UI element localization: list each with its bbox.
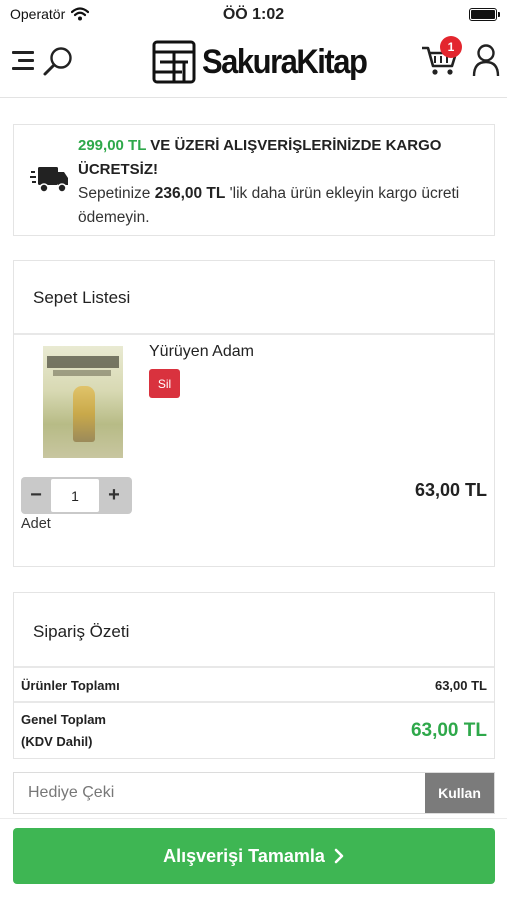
complete-purchase-label: Alışverişi Tamamla	[163, 845, 325, 866]
complete-purchase-button[interactable]: Alışverişi Tamamla	[13, 828, 495, 884]
app-header: SakuraKitap 1	[0, 28, 507, 98]
grand-total-label-line1: Genel Toplam	[21, 712, 106, 727]
status-bar-left: Operatör	[10, 6, 90, 22]
logo-mark-icon	[152, 40, 196, 84]
quantity-label: Adet	[21, 516, 51, 532]
menu-icon[interactable]	[12, 51, 36, 73]
grand-total-label-line2: (KDV Dahil)	[21, 734, 93, 749]
shipping-remaining-text: Sepetinize 236,00 TL 'lik daha ürün ekle…	[78, 182, 488, 230]
grand-total-row: Genel Toplam (KDV Dahil) 63,00 TL	[14, 703, 494, 759]
shipping-headline: 299,00 TL VE ÜZERİ ALIŞVERİŞLERİNİZDE KA…	[78, 134, 488, 182]
order-summary-card: Sipariş Özeti Ürünler Toplamı 63,00 TL G…	[13, 592, 495, 759]
logo-text: SakuraKitap	[202, 41, 368, 82]
shipping-remaining-amount: 236,00 TL	[154, 185, 226, 202]
products-total-row: Ürünler Toplamı 63,00 TL	[14, 669, 494, 703]
divider	[0, 818, 507, 819]
chevron-right-icon	[334, 848, 344, 864]
status-bar: Operatör	[0, 0, 507, 28]
item-price: 63,00 TL	[414, 480, 487, 500]
increase-quantity-button[interactable]: +	[99, 477, 129, 514]
products-total-label: Ürünler Toplamı	[21, 677, 120, 693]
products-total-value: 63,00 TL	[434, 677, 487, 693]
cart-list-title: Sepet Listesi	[14, 261, 494, 335]
shipping-remaining-prefix: Sepetinize	[78, 185, 155, 202]
order-summary-title: Sipariş Özeti	[14, 593, 494, 668]
grand-total-value: 63,00 TL	[410, 720, 487, 741]
apply-voucher-button[interactable]: Kullan	[425, 773, 494, 813]
carrier-label: Operatör	[10, 6, 66, 22]
shipping-message: 299,00 TL VE ÜZERİ ALIŞVERİŞLERİNİZDE KA…	[78, 134, 488, 230]
quantity-stepper: − 1 +	[21, 477, 132, 514]
product-name[interactable]: Yürüyen Adam	[149, 343, 254, 361]
grand-total-label: Genel Toplam (KDV Dahil)	[21, 709, 106, 753]
delete-item-button[interactable]: Sil	[149, 369, 180, 398]
wifi-icon	[71, 7, 90, 21]
search-icon[interactable]	[42, 45, 74, 77]
decrease-quantity-button[interactable]: −	[21, 477, 51, 514]
quantity-value[interactable]: 1	[51, 479, 99, 512]
battery-icon	[469, 7, 500, 21]
logo[interactable]: SakuraKitap	[152, 40, 368, 84]
gift-voucher-input[interactable]	[14, 773, 425, 813]
product-image[interactable]	[43, 346, 123, 458]
cart-list-card: Sepet Listesi Yürüyen Adam Sil − 1 + Ade…	[13, 260, 495, 567]
gift-voucher-form: Kullan	[13, 772, 495, 814]
free-shipping-banner: 299,00 TL VE ÜZERİ ALIŞVERİŞLERİNİZDE KA…	[13, 124, 495, 236]
shipping-threshold: 299,00 TL	[78, 137, 147, 154]
truck-icon	[30, 167, 68, 193]
cart-count-badge: 1	[440, 36, 462, 58]
user-icon[interactable]	[472, 43, 500, 77]
